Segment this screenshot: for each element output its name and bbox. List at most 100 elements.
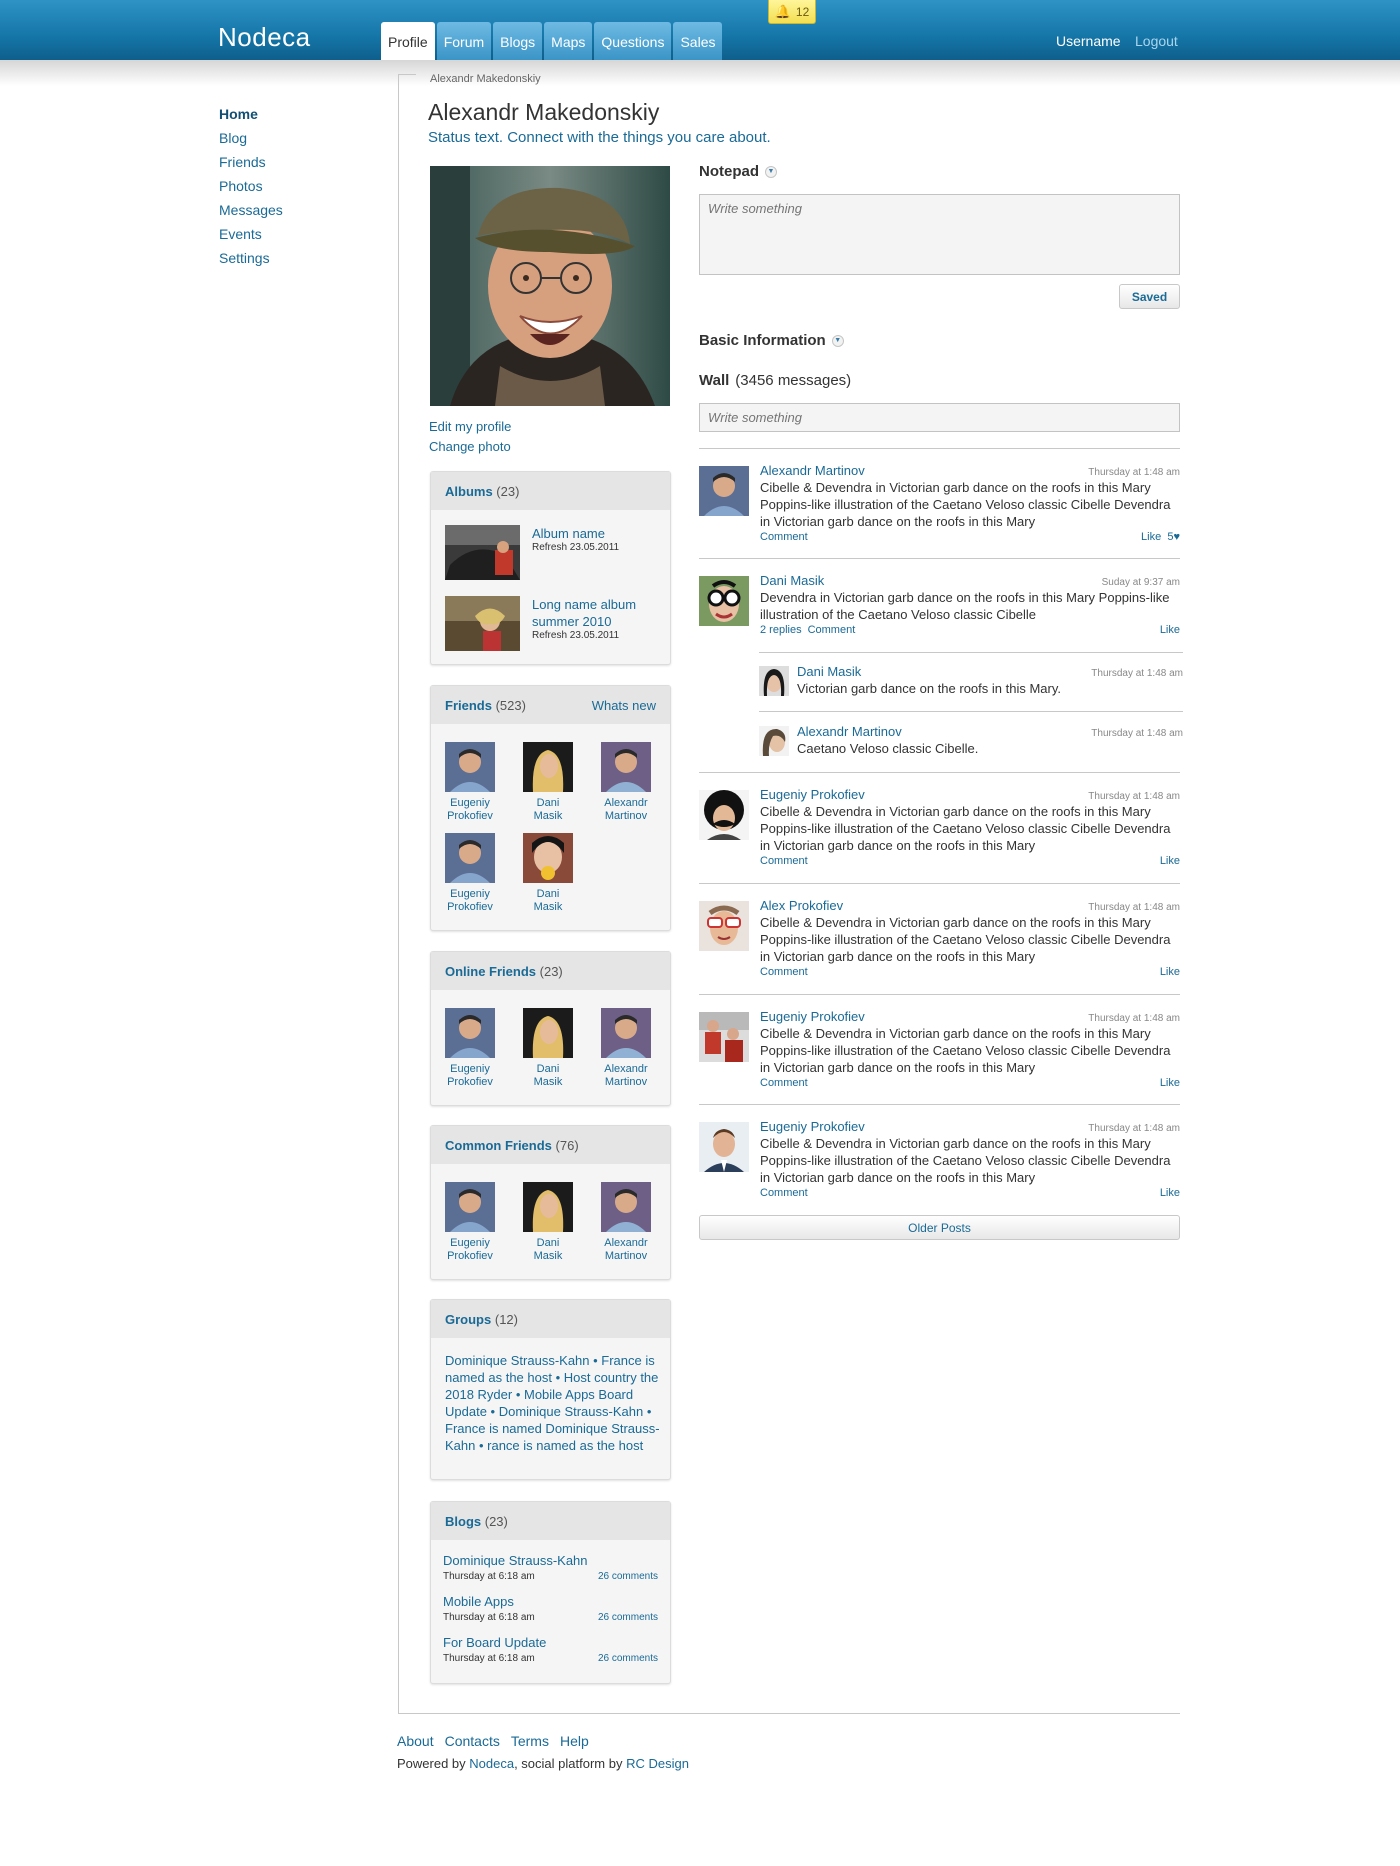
notifications-button[interactable]: 🔔 12	[768, 0, 816, 24]
rc-design-link[interactable]: RC Design	[626, 1756, 689, 1771]
like-link[interactable]: Like	[1160, 966, 1180, 978]
saved-button[interactable]: Saved	[1119, 284, 1180, 309]
groups-title[interactable]: Groups	[445, 1312, 491, 1327]
tab-sales[interactable]: Sales	[673, 22, 723, 60]
whats-new-link[interactable]: Whats new	[592, 698, 656, 713]
friend-item[interactable]: Dani Masik	[510, 1182, 586, 1263]
post-avatar[interactable]	[699, 576, 749, 626]
friend-avatar[interactable]	[445, 742, 495, 792]
comment-link[interactable]: Comment	[760, 1077, 808, 1089]
friend-item[interactable]: Eugeniy Prokofiev	[432, 833, 508, 914]
blog-comments-link[interactable]: 26 comments	[598, 1571, 658, 1582]
album-item[interactable]: Album name Refresh 23.05.2011	[445, 525, 619, 580]
status-text[interactable]: Status text. Connect with the things you…	[428, 129, 771, 146]
friend-avatar[interactable]	[445, 1182, 495, 1232]
blog-comments-link[interactable]: 26 comments	[598, 1653, 658, 1664]
replies-link[interactable]: 2 replies	[760, 624, 802, 636]
footer-terms-link[interactable]: Terms	[511, 1733, 549, 1749]
reply-avatar[interactable]	[759, 666, 789, 696]
tab-forum[interactable]: Forum	[436, 22, 492, 60]
blogs-title[interactable]: Blogs	[445, 1514, 481, 1529]
tab-questions[interactable]: Questions	[594, 22, 672, 60]
like-link[interactable]: Like	[1160, 1077, 1180, 1089]
post-avatar[interactable]	[699, 901, 749, 951]
comment-link[interactable]: Comment	[808, 624, 856, 636]
blog-comments-link[interactable]: 26 comments	[598, 1612, 658, 1623]
blog-title[interactable]: Mobile Apps	[443, 1594, 658, 1609]
tab-maps[interactable]: Maps	[544, 22, 593, 60]
friend-avatar[interactable]	[445, 1008, 495, 1058]
post-avatar[interactable]	[699, 1012, 749, 1062]
comment-link[interactable]: Comment	[760, 855, 808, 867]
friend-item[interactable]: Dani Masik	[510, 833, 586, 914]
post-author[interactable]: Dani Masik	[760, 573, 824, 588]
blog-title[interactable]: Dominique Strauss-Kahn	[443, 1553, 658, 1568]
online-friends-title[interactable]: Online Friends	[445, 964, 536, 979]
friend-avatar[interactable]	[523, 1008, 573, 1058]
wall-post-input[interactable]	[699, 403, 1180, 432]
edit-profile-link[interactable]: Edit my profile	[429, 419, 511, 434]
chevron-down-icon[interactable]: ▼	[765, 165, 777, 178]
comment-link[interactable]: Comment	[760, 1187, 808, 1199]
friend-avatar[interactable]	[601, 1008, 651, 1058]
post-avatar[interactable]	[699, 790, 749, 840]
comment-link[interactable]: Comment	[760, 966, 808, 978]
comment-link[interactable]: Comment	[760, 531, 808, 543]
basic-info-title[interactable]: Basic Information ▼	[699, 332, 844, 349]
groups-list[interactable]: Dominique Strauss-Kahn • France is named…	[445, 1352, 660, 1454]
post-author[interactable]: Eugeniy Prokofiev	[760, 787, 865, 802]
friend-item[interactable]: Alexandr Martinov	[588, 742, 664, 823]
reply-author[interactable]: Alexandr Martinov	[797, 724, 902, 739]
reply-avatar[interactable]	[759, 726, 789, 756]
username-link[interactable]: Username	[1056, 33, 1121, 49]
footer-contacts-link[interactable]: Contacts	[445, 1733, 500, 1749]
friend-avatar[interactable]	[523, 833, 573, 883]
album-name[interactable]: Long name album summer 2010	[532, 596, 652, 630]
tab-profile[interactable]: Profile	[381, 22, 435, 60]
friend-item[interactable]: Alexandr Martinov	[588, 1182, 664, 1263]
friend-item[interactable]: Dani Masik	[510, 1008, 586, 1089]
nav-events[interactable]: Events	[219, 222, 283, 246]
post-avatar[interactable]	[699, 466, 749, 516]
friend-avatar[interactable]	[601, 742, 651, 792]
friend-avatar[interactable]	[445, 833, 495, 883]
friend-item[interactable]: Eugeniy Prokofiev	[432, 1182, 508, 1263]
nav-settings[interactable]: Settings	[219, 246, 283, 270]
reply-author[interactable]: Dani Masik	[797, 664, 861, 679]
post-author[interactable]: Eugeniy Prokofiev	[760, 1119, 865, 1134]
album-thumbnail[interactable]	[445, 525, 520, 580]
album-name[interactable]: Album name	[532, 525, 619, 542]
common-friends-title[interactable]: Common Friends	[445, 1138, 552, 1153]
post-author[interactable]: Eugeniy Prokofiev	[760, 1009, 865, 1024]
logout-link[interactable]: Logout	[1135, 33, 1178, 49]
nav-blog[interactable]: Blog	[219, 126, 283, 150]
friend-item[interactable]: Alexandr Martinov	[588, 1008, 664, 1089]
friend-item[interactable]: Eugeniy Prokofiev	[432, 742, 508, 823]
album-item[interactable]: Long name album summer 2010 Refresh 23.0…	[445, 596, 652, 651]
footer-about-link[interactable]: About	[397, 1733, 434, 1749]
tab-blogs[interactable]: Blogs	[493, 22, 543, 60]
like-link[interactable]: Like	[1160, 855, 1180, 867]
older-posts-button[interactable]: Older Posts	[699, 1215, 1180, 1240]
nav-photos[interactable]: Photos	[219, 174, 283, 198]
nav-friends[interactable]: Friends	[219, 150, 283, 174]
post-author[interactable]: Alexandr Martinov	[760, 463, 865, 478]
profile-photo[interactable]	[430, 166, 670, 406]
friend-item[interactable]: Eugeniy Prokofiev	[432, 1008, 508, 1089]
nodeca-link[interactable]: Nodeca	[469, 1756, 514, 1771]
albums-title[interactable]: Albums	[445, 484, 493, 499]
blog-title[interactable]: For Board Update	[443, 1635, 658, 1650]
friend-avatar[interactable]	[523, 742, 573, 792]
like-link[interactable]: Like	[1141, 531, 1161, 543]
nav-home[interactable]: Home	[219, 102, 283, 126]
change-photo-link[interactable]: Change photo	[429, 439, 511, 454]
post-author[interactable]: Alex Prokofiev	[760, 898, 843, 913]
chevron-down-icon[interactable]: ▼	[831, 334, 844, 347]
friend-item[interactable]: Dani Masik	[510, 742, 586, 823]
like-link[interactable]: Like	[1160, 1187, 1180, 1199]
post-avatar[interactable]	[699, 1122, 749, 1172]
footer-help-link[interactable]: Help	[560, 1733, 589, 1749]
album-thumbnail[interactable]	[445, 596, 520, 651]
like-link[interactable]: Like	[1160, 624, 1180, 636]
friend-avatar[interactable]	[523, 1182, 573, 1232]
